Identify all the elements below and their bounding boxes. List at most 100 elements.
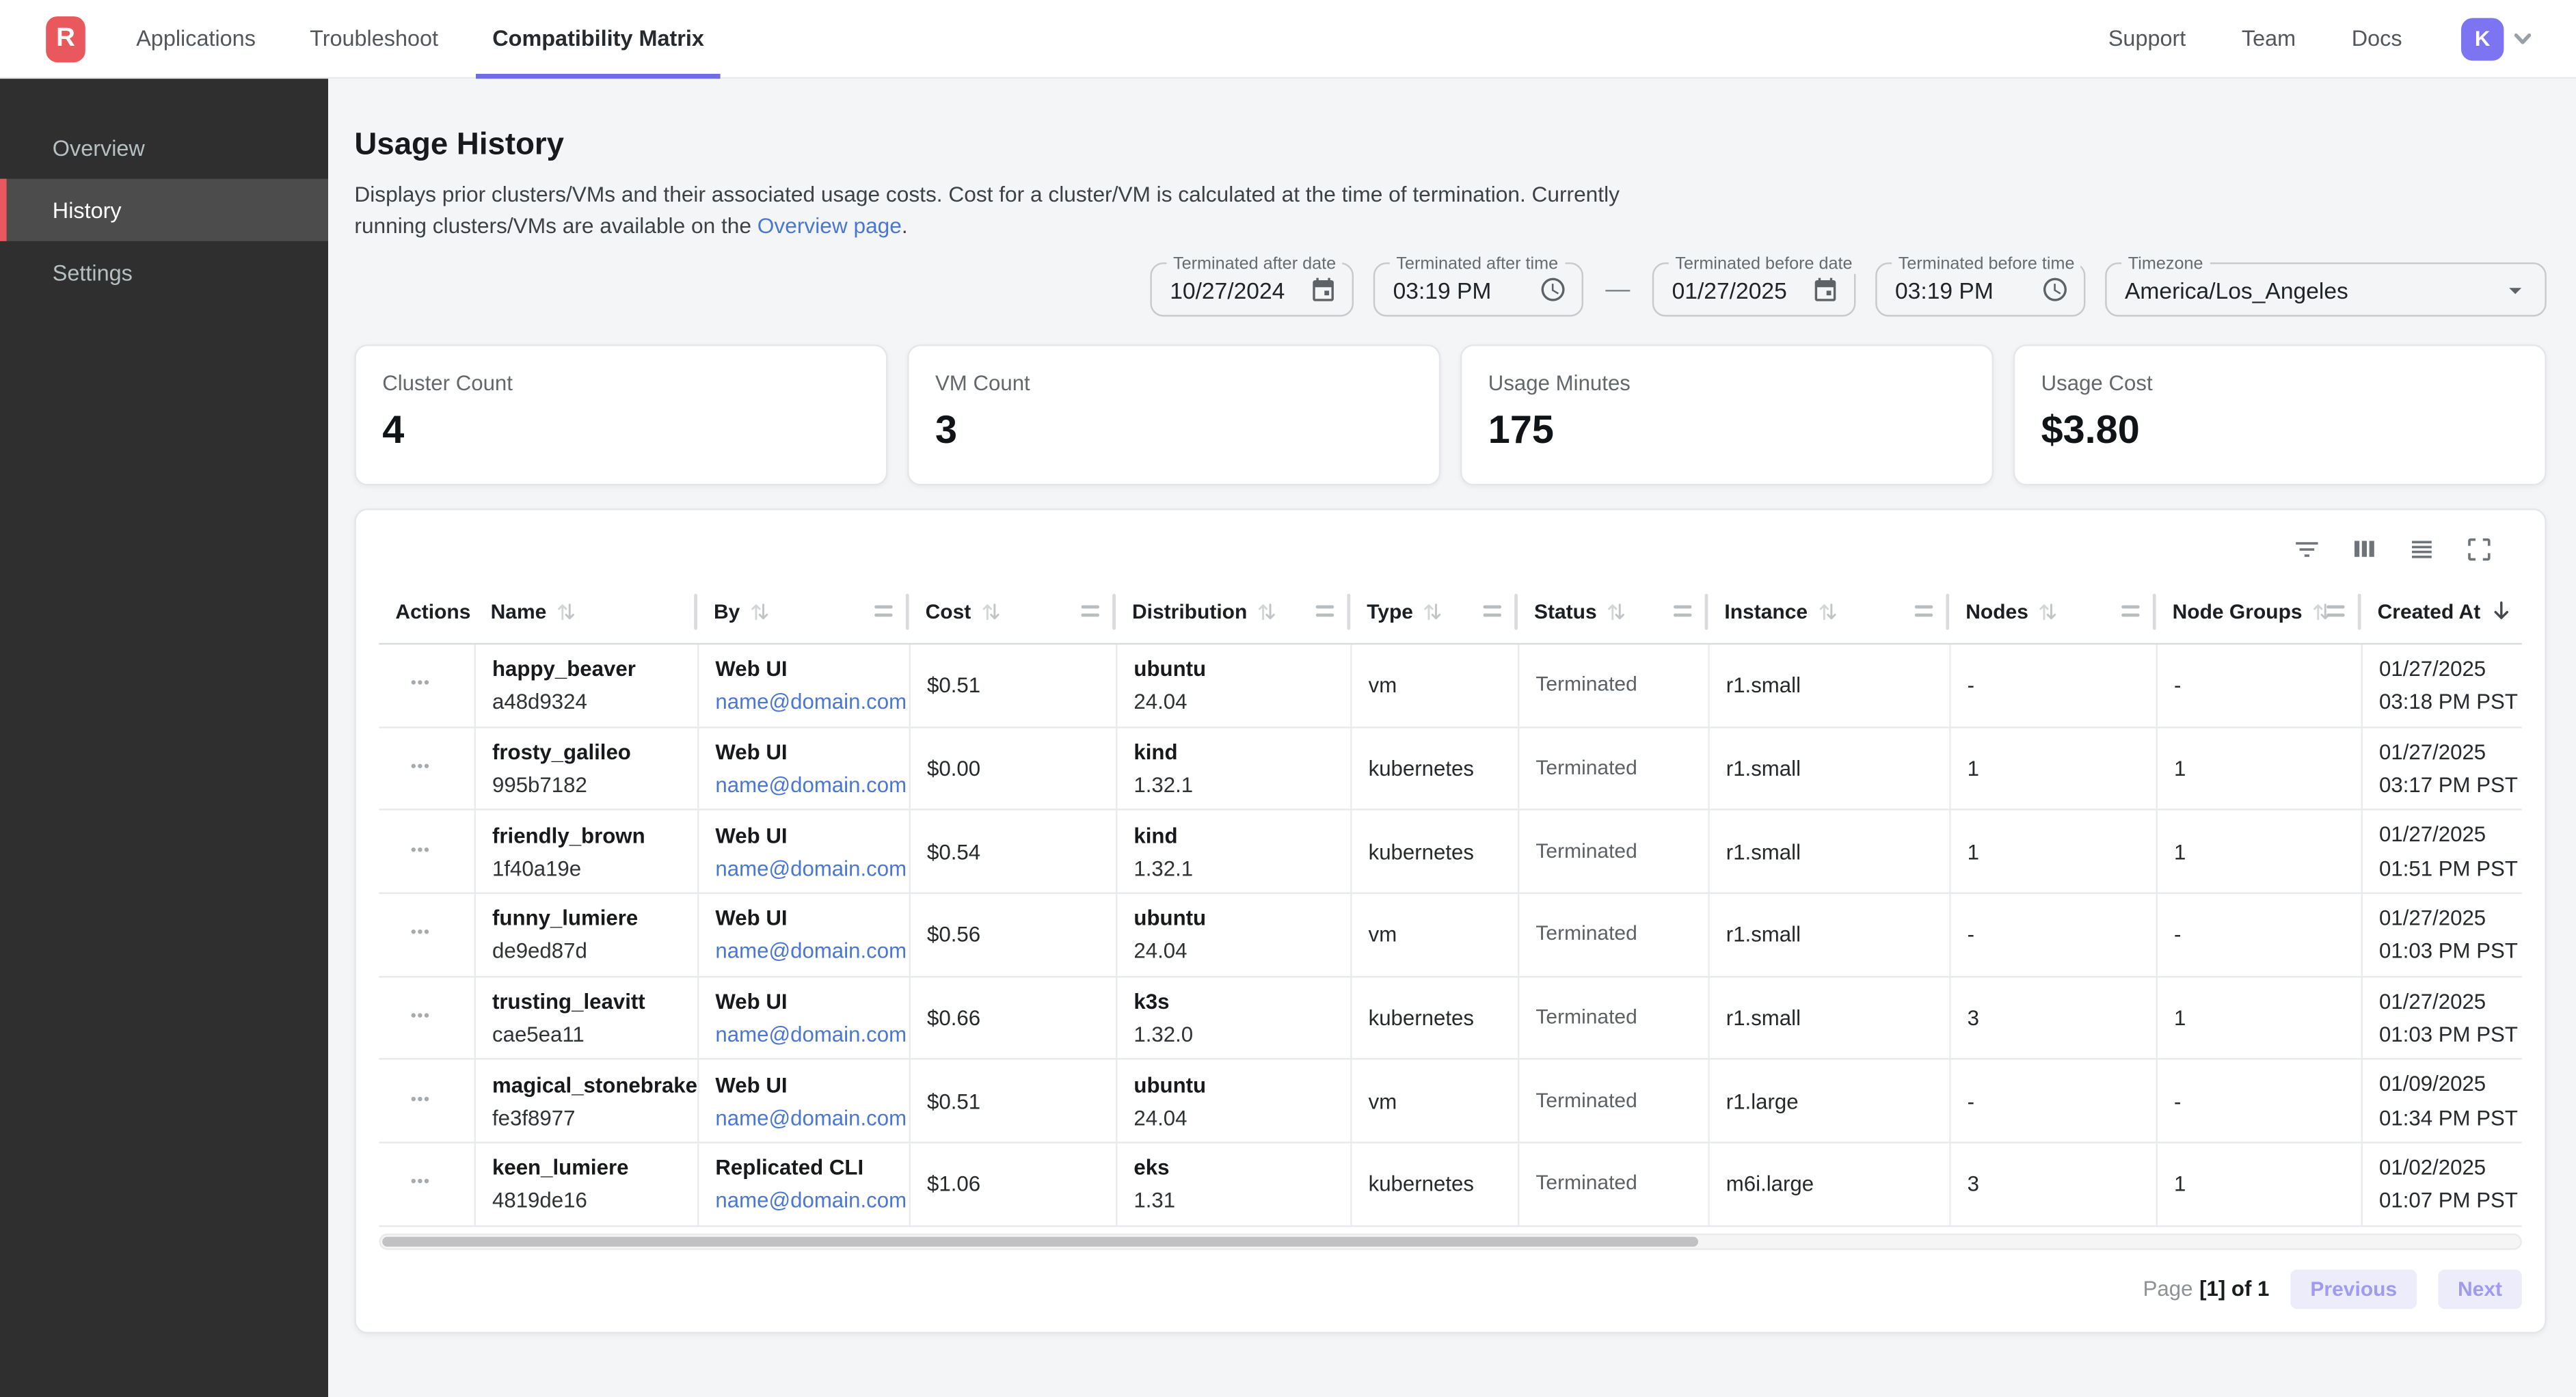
column-menu-icon[interactable] bbox=[1484, 605, 1501, 618]
tab-applications[interactable]: Applications bbox=[120, 0, 272, 78]
email-link[interactable]: name@domain.com bbox=[715, 690, 909, 714]
previous-page-button[interactable]: Previous bbox=[2291, 1269, 2417, 1309]
timezone-select[interactable]: Timezone America/Los_Angeles bbox=[2105, 262, 2547, 316]
ellipsis-icon bbox=[407, 1085, 433, 1117]
cell-distribution: kind1.32.1 bbox=[1116, 728, 1350, 809]
column-header-type[interactable]: Type bbox=[1350, 579, 1518, 643]
table-row: frosty_galileo995b7182Web UIname@domain.… bbox=[379, 728, 2521, 811]
table-body: happy_beavera48d9324Web UIname@domain.co… bbox=[379, 645, 2521, 1227]
row-actions-button[interactable] bbox=[395, 1168, 444, 1201]
replicated-logo[interactable]: R bbox=[46, 16, 85, 62]
email-link[interactable]: name@domain.com bbox=[715, 939, 909, 964]
avatar[interactable]: K bbox=[2461, 17, 2504, 59]
email-link[interactable]: name@domain.com bbox=[715, 1022, 909, 1046]
email-link[interactable]: name@domain.com bbox=[715, 1189, 909, 1213]
sidebar-item-history[interactable]: History bbox=[0, 179, 328, 241]
columns-button[interactable] bbox=[2348, 533, 2380, 566]
cell-type: vm bbox=[1350, 645, 1518, 726]
fullscreen-button[interactable] bbox=[2463, 533, 2495, 566]
sidebar-item-settings[interactable]: Settings bbox=[0, 241, 328, 303]
table-header-row: ActionsNameByCostDistributionTypeStatusI… bbox=[379, 579, 2521, 645]
clock-icon[interactable] bbox=[2041, 275, 2069, 303]
column-menu-icon[interactable] bbox=[2326, 605, 2344, 618]
cell-by: Web UIname@domain.com bbox=[697, 728, 909, 809]
filter-button[interactable] bbox=[2290, 533, 2323, 566]
column-header-distribution[interactable]: Distribution bbox=[1116, 579, 1350, 643]
overview-page-link[interactable]: Overview page bbox=[757, 213, 902, 237]
terminated-after-date-field[interactable]: Terminated after date 10/27/2024 bbox=[1150, 262, 1354, 316]
field-value: 03:19 PM bbox=[1895, 276, 1994, 302]
dropdown-arrow-icon[interactable] bbox=[2501, 275, 2530, 304]
cell-instance: r1.small bbox=[1708, 645, 1949, 726]
table-row: trusting_leavittcae5ea11Web UIname@domai… bbox=[379, 977, 2521, 1061]
row-actions-button[interactable] bbox=[395, 1085, 444, 1117]
sort-icon bbox=[554, 599, 578, 623]
cluster-count-card: Cluster Count 4 bbox=[354, 344, 887, 485]
cell-created-at: 01/02/202501:07 PM PST bbox=[2361, 1143, 2522, 1225]
column-menu-icon[interactable] bbox=[2121, 605, 2139, 618]
scrollbar-thumb[interactable] bbox=[382, 1236, 1698, 1246]
row-actions-button[interactable] bbox=[395, 752, 444, 785]
cell-created-at: 01/27/202501:03 PM PST bbox=[2361, 977, 2522, 1059]
row-actions-button[interactable] bbox=[395, 835, 444, 868]
created-date-text: 01/27/2025 bbox=[2379, 906, 2522, 931]
nav-link-team[interactable]: Team bbox=[2242, 26, 2296, 51]
tab-compatibility-matrix[interactable]: Compatibility Matrix bbox=[476, 0, 721, 78]
column-header-by[interactable]: By bbox=[697, 579, 909, 643]
column-header-node-groups[interactable]: Node Groups bbox=[2156, 579, 2361, 643]
cell-status: Terminated bbox=[1518, 977, 1708, 1059]
nav-link-support[interactable]: Support bbox=[2108, 26, 2186, 51]
cell-primary-text: magical_stonebraker bbox=[492, 1072, 697, 1097]
user-menu[interactable]: K bbox=[2461, 17, 2535, 59]
column-header-nodes[interactable]: Nodes bbox=[1949, 579, 2156, 643]
cell-status: Terminated bbox=[1518, 1060, 1708, 1141]
cell-primary-text: Replicated CLI bbox=[715, 1156, 909, 1180]
sidebar-item-overview[interactable]: Overview bbox=[0, 116, 328, 178]
sidebar-item-label: Overview bbox=[53, 135, 145, 160]
calendar-icon[interactable] bbox=[1309, 275, 1337, 303]
terminated-before-date-field[interactable]: Terminated before date 01/27/2025 bbox=[1652, 262, 1856, 316]
cell-cost: $0.00 bbox=[909, 728, 1116, 809]
cell-nodes: 3 bbox=[1949, 1143, 2156, 1225]
column-menu-icon[interactable] bbox=[1082, 605, 1099, 618]
created-time-text: 01:07 PM PST bbox=[2379, 1189, 2522, 1214]
column-menu-icon[interactable] bbox=[1316, 605, 1334, 618]
card-value: 175 bbox=[1488, 409, 1965, 455]
cell-by: Web UIname@domain.com bbox=[697, 894, 909, 975]
email-link[interactable]: name@domain.com bbox=[715, 856, 909, 880]
column-header-created-at[interactable]: Created At bbox=[2361, 579, 2522, 643]
created-date-text: 01/27/2025 bbox=[2379, 822, 2522, 847]
cell-type: kubernetes bbox=[1350, 977, 1518, 1059]
email-link[interactable]: name@domain.com bbox=[715, 1105, 909, 1130]
tab-troubleshoot[interactable]: Troubleshoot bbox=[293, 0, 455, 78]
cell-nodes: 1 bbox=[1949, 811, 2156, 893]
row-actions-button[interactable] bbox=[395, 919, 444, 951]
cell-created-at: 01/27/202501:03 PM PST bbox=[2361, 894, 2522, 975]
cell-value-text: kubernetes bbox=[1369, 756, 1518, 781]
horizontal-scrollbar[interactable] bbox=[379, 1233, 2521, 1249]
cell-secondary-text: 1.31 bbox=[1133, 1189, 1350, 1213]
column-header-name[interactable]: Name bbox=[474, 579, 697, 643]
cell-actions bbox=[379, 811, 474, 893]
cell-secondary-text: fe3f8977 bbox=[492, 1105, 697, 1130]
column-header-status[interactable]: Status bbox=[1518, 579, 1708, 643]
clock-icon[interactable] bbox=[1539, 275, 1567, 303]
density-button[interactable] bbox=[2405, 533, 2438, 566]
terminated-before-time-field[interactable]: Terminated before time 03:19 PM bbox=[1875, 262, 2085, 316]
column-menu-icon[interactable] bbox=[874, 605, 892, 618]
column-header-instance[interactable]: Instance bbox=[1708, 579, 1949, 643]
column-menu-icon[interactable] bbox=[1915, 605, 1933, 618]
cell-secondary-text: 4819de16 bbox=[492, 1189, 697, 1213]
column-menu-icon[interactable] bbox=[1674, 605, 1691, 618]
email-link[interactable]: name@domain.com bbox=[715, 772, 909, 797]
row-actions-button[interactable] bbox=[395, 669, 444, 702]
terminated-after-time-field[interactable]: Terminated after time 03:19 PM bbox=[1373, 262, 1583, 316]
row-actions-button[interactable] bbox=[395, 1001, 444, 1034]
nav-link-docs[interactable]: Docs bbox=[2352, 26, 2402, 51]
cell-actions bbox=[379, 728, 474, 809]
avatar-initial: K bbox=[2475, 26, 2491, 51]
sidebar: Overview History Settings bbox=[0, 79, 328, 1397]
calendar-icon[interactable] bbox=[1812, 275, 1840, 303]
column-header-cost[interactable]: Cost bbox=[909, 579, 1116, 643]
next-page-button[interactable]: Next bbox=[2438, 1269, 2522, 1309]
